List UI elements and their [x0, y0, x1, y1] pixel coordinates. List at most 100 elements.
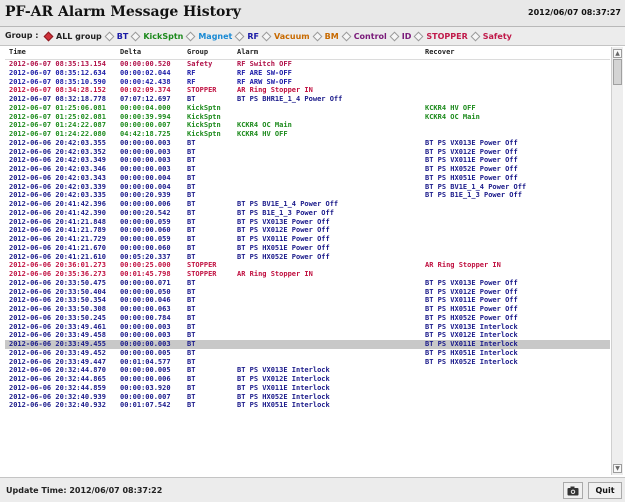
- radio-diamond-icon[interactable]: [389, 31, 400, 41]
- cell-alarm: BT PS VX013E Interlock: [237, 366, 330, 375]
- scroll-down-arrow-icon[interactable]: ▼: [613, 464, 622, 473]
- table-row[interactable]: 2012-06-06 20:32:44.859 00:00:03.920 BT BT …: [5, 384, 610, 393]
- cell-group: BT: [187, 357, 196, 366]
- cell-recover: BT PS VX011E Power Off: [425, 156, 518, 165]
- cell-delta: 00:00:00.784: [120, 313, 171, 322]
- table-row[interactable]: 2012-06-07 01:24:22.087 00:00:00.007 KickS…: [5, 121, 610, 130]
- cell-time: 2012-06-06 20:41:42.396: [9, 200, 106, 208]
- quit-button[interactable]: Quit: [588, 482, 622, 499]
- table-row[interactable]: 2012-06-06 20:41:21.610 00:05:20.337 BT BT …: [5, 253, 610, 262]
- table-row[interactable]: 2012-06-06 20:42:03.343 00:00:00.004 BT BT …: [5, 174, 610, 183]
- table-row[interactable]: 2012-06-07 01:24:22.080 04:42:18.725 KickS…: [5, 130, 610, 139]
- table-row[interactable]: 2012-06-06 20:32:44.870 00:00:00.005 BT BT …: [5, 366, 610, 375]
- cell-time: 2012-06-06 20:32:44.870: [9, 366, 106, 375]
- radio-diamond-icon[interactable]: [130, 31, 141, 41]
- cell-time: 2012-06-06 20:42:03.346: [9, 165, 106, 173]
- table-row[interactable]: 2012-06-06 20:33:49.455 00:00:00.003 BT BT …: [5, 340, 610, 349]
- scrollbar-thumb[interactable]: [613, 59, 622, 85]
- table-row[interactable]: 2012-06-06 20:32:40.932 00:01:07.542 BT BT …: [5, 401, 610, 410]
- table-row[interactable]: 2012-06-06 20:42:03.335 00:00:20.939 BT BT …: [5, 191, 610, 200]
- cell-group: KickSptn: [187, 112, 221, 121]
- group-filter-id[interactable]: ID: [389, 31, 411, 41]
- cell-group: STOPPER: [187, 261, 217, 270]
- table-row[interactable]: 2012-06-07 08:35:12.634 00:00:02.044 RF RF …: [5, 69, 610, 78]
- table-row[interactable]: 2012-06-07 08:34:28.152 00:02:09.374 STOPP…: [5, 86, 610, 95]
- group-filter-rf[interactable]: RF: [234, 31, 259, 41]
- table-row[interactable]: 2012-06-07 01:25:06.081 00:00:04.000 KickS…: [5, 104, 610, 113]
- radio-diamond-icon[interactable]: [261, 31, 272, 41]
- radio-diamond-icon[interactable]: [43, 31, 54, 41]
- cell-group: BT: [187, 235, 196, 243]
- screenshot-button[interactable]: [563, 482, 583, 499]
- table-row[interactable]: 2012-06-06 20:33:49.452 00:00:00.005 BT BT …: [5, 349, 610, 358]
- table-row[interactable]: 2012-06-06 20:32:44.865 00:00:00.006 BT BT …: [5, 375, 610, 384]
- scroll-up-arrow-icon[interactable]: ▲: [613, 49, 622, 58]
- group-filter-magnet[interactable]: Magnet: [185, 31, 233, 41]
- table-row[interactable]: 2012-06-06 20:32:40.939 00:00:00.007 BT BT …: [5, 393, 610, 402]
- group-filter-bm[interactable]: BM: [312, 31, 339, 41]
- table-row[interactable]: 2012-06-06 20:41:42.396 00:00:00.006 BT BT …: [5, 200, 610, 209]
- table-row[interactable]: 2012-06-06 20:33:50.245 00:00:00.784 BT BT …: [5, 314, 610, 323]
- cell-group: BT: [187, 366, 196, 375]
- table-row[interactable]: 2012-06-06 20:42:03.355 00:00:00.003 BT BT …: [5, 139, 610, 148]
- table-row[interactable]: 2012-06-06 20:33:50.475 00:00:00.071 BT BT …: [5, 279, 610, 288]
- cell-delta: 00:05:20.337: [120, 252, 171, 261]
- cell-time: 2012-06-06 20:33:49.461: [9, 322, 106, 331]
- radio-diamond-icon[interactable]: [104, 31, 115, 41]
- table-row[interactable]: 2012-06-06 20:33:50.354 00:00:00.046 BT BT …: [5, 296, 610, 305]
- radio-diamond-icon[interactable]: [341, 31, 352, 41]
- radio-diamond-icon[interactable]: [413, 31, 424, 41]
- group-filter-label: STOPPER: [426, 31, 468, 41]
- table-row[interactable]: 2012-06-06 20:41:21.670 00:00:00.060 BT BT …: [5, 244, 610, 253]
- table-row[interactable]: 2012-06-06 20:33:49.447 00:01:04.577 BT BT …: [5, 358, 610, 367]
- group-filter-label: Magnet: [198, 31, 233, 41]
- cell-time: 2012-06-06 20:33:50.475: [9, 278, 106, 287]
- cell-group: RF: [187, 77, 196, 86]
- table-row[interactable]: 2012-06-06 20:41:42.390 00:00:20.542 BT BT …: [5, 209, 610, 218]
- group-filter-label: BM: [324, 31, 339, 41]
- table-row[interactable]: 2012-06-06 20:41:21.789 00:00:00.060 BT BT …: [5, 226, 610, 235]
- table-row[interactable]: 2012-06-06 20:41:21.729 00:00:00.059 BT BT …: [5, 235, 610, 244]
- radio-diamond-icon[interactable]: [234, 31, 245, 41]
- radio-diamond-icon[interactable]: [312, 31, 323, 41]
- alarm-message-list[interactable]: 2012-06-07 08:35:13.154 00:00:00.520 Safet…: [5, 59, 610, 475]
- cell-recover: BT PS HX051E Power Off: [425, 173, 518, 182]
- group-filter-stopper[interactable]: STOPPER: [413, 31, 468, 41]
- table-row[interactable]: 2012-06-07 01:25:02.081 00:00:39.994 KickS…: [5, 113, 610, 122]
- table-row[interactable]: 2012-06-07 08:35:10.590 00:00:42.438 RF RF …: [5, 78, 610, 87]
- cell-delta: 00:00:20.542: [120, 208, 171, 217]
- cell-time: 2012-06-07 01:24:22.080: [9, 130, 106, 138]
- radio-diamond-icon[interactable]: [185, 31, 196, 41]
- cell-alarm: AR Ring Stopper IN: [237, 270, 313, 278]
- table-row[interactable]: 2012-06-06 20:42:03.346 00:00:00.003 BT BT …: [5, 165, 610, 174]
- group-filter-safety[interactable]: Safety: [470, 31, 512, 41]
- table-row[interactable]: 2012-06-06 20:41:21.848 00:00:00.059 BT BT …: [5, 218, 610, 227]
- table-row[interactable]: 2012-06-06 20:33:49.458 00:00:00.003 BT BT …: [5, 331, 610, 340]
- table-row[interactable]: 2012-06-07 08:35:13.154 00:00:00.520 Safet…: [5, 60, 610, 69]
- table-row[interactable]: 2012-06-06 20:42:03.339 00:00:00.004 BT BT …: [5, 183, 610, 192]
- table-row[interactable]: 2012-06-06 20:42:03.349 00:00:00.003 BT BT …: [5, 156, 610, 165]
- table-row[interactable]: 2012-06-06 20:33:50.308 00:00:00.063 BT BT …: [5, 305, 610, 314]
- group-filter-bt[interactable]: BT: [104, 31, 128, 41]
- group-filter-control[interactable]: Control: [341, 31, 387, 41]
- cell-delta: 00:01:07.542: [120, 401, 171, 410]
- cell-delta: 00:00:42.438: [120, 77, 171, 86]
- cell-group: BT: [187, 226, 196, 235]
- cell-delta: 00:00:00.060: [120, 226, 171, 235]
- table-row[interactable]: 2012-06-06 20:33:50.404 00:00:00.050 BT BT …: [5, 288, 610, 297]
- table-row[interactable]: 2012-06-07 08:32:18.778 07:07:12.697 BT BT …: [5, 95, 610, 104]
- group-filter-all-group[interactable]: ALL group: [43, 31, 102, 41]
- vertical-scrollbar[interactable]: ▲ ▼: [611, 47, 623, 475]
- group-filter-kicksptn[interactable]: KickSptn: [130, 31, 183, 41]
- radio-diamond-icon[interactable]: [470, 31, 481, 41]
- table-row[interactable]: 2012-06-06 20:35:36.273 00:01:45.798 STOPP…: [5, 270, 610, 279]
- table-row[interactable]: 2012-06-06 20:36:01.273 00:00:25.000 STOPP…: [5, 261, 610, 270]
- table-row[interactable]: 2012-06-06 20:42:03.352 00:00:00.003 BT BT …: [5, 148, 610, 157]
- cell-recover: KCKR4 OC Main: [425, 112, 480, 121]
- cell-time: 2012-06-06 20:42:03.355: [9, 138, 106, 147]
- cell-time: 2012-06-07 08:35:10.590: [9, 77, 106, 86]
- group-filter-vacuum[interactable]: Vacuum: [261, 31, 310, 41]
- cell-time: 2012-06-06 20:32:40.939: [9, 392, 106, 401]
- table-row[interactable]: 2012-06-06 20:33:49.461 00:00:00.003 BT BT …: [5, 323, 610, 332]
- cell-group: BT: [187, 156, 196, 165]
